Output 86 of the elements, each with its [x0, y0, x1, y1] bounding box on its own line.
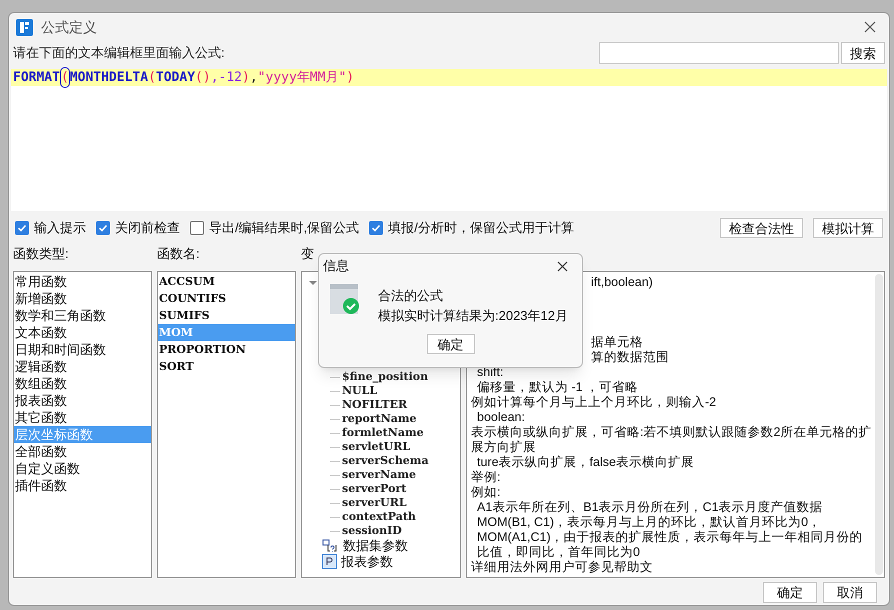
function-item[interactable]: SUMIFS: [158, 307, 295, 324]
category-item[interactable]: 常用函数: [14, 273, 151, 290]
description-line: 例如:: [471, 485, 502, 500]
formula-token: MONTHDELTA: [70, 68, 148, 87]
parameter-icon: [322, 554, 337, 569]
variable-item[interactable]: NULL: [342, 382, 378, 400]
description-line: 详细用法外网用户可参见帮助文: [471, 560, 654, 575]
description-line: 举例:: [471, 470, 502, 485]
popup-message: 模拟实时计算结果为:2023年12月: [378, 307, 568, 325]
button[interactable]: 确定: [426, 334, 474, 354]
category-item[interactable]: 逻辑函数: [14, 358, 151, 375]
formula-token: ,-12: [210, 68, 242, 87]
category-item[interactable]: 新增函数: [14, 290, 151, 307]
success-icon: [330, 284, 360, 316]
variable-item[interactable]: NOFILTER: [342, 396, 408, 414]
variable-item[interactable]: serverSchema: [342, 452, 429, 470]
description-line: 偏移量，默认为 -1 ，可省略: [476, 380, 640, 395]
variable-item[interactable]: reportName: [342, 410, 417, 428]
prompt-label: 请在下面的文本编辑框里面输入公式:: [13, 44, 226, 62]
button[interactable]: 检查合法性: [720, 218, 803, 238]
formula-editor[interactable]: FORMAT(MONTHDELTA(TODAY(),-12),"yyyy年MM月"): [11, 69, 887, 211]
category-item[interactable]: 报表函数: [14, 392, 151, 409]
description-line: MOM(A1,C1)，由于报表的扩展性质，表示每年与上一年相同月份的比值，即同比，首年同比为0: [476, 530, 864, 560]
category-item[interactable]: 文本函数: [14, 324, 151, 341]
popup-title: 信息: [323, 257, 350, 276]
formula-token: TODAY: [156, 68, 196, 87]
check-icon: [98, 223, 108, 233]
checkbox[interactable]: [190, 221, 204, 235]
check-icon: [17, 223, 27, 233]
variable-item[interactable]: servletURL: [342, 438, 410, 456]
description-line: A1表示年所在列、B1表示月份所在列，C1表示月度产值数据: [476, 500, 824, 515]
checkbox[interactable]: [15, 221, 29, 235]
variable-item[interactable]: formletName: [342, 424, 424, 442]
category-item[interactable]: 数组函数: [14, 375, 151, 392]
close-icon[interactable]: [557, 260, 568, 272]
category-item[interactable]: 自定义函数: [14, 460, 151, 477]
panel-label: 函数名:: [157, 245, 201, 264]
button[interactable]: 模拟计算: [813, 218, 883, 238]
checkbox[interactable]: [96, 221, 110, 235]
description-line: MOM(B1, C1)，表示每月与上月的环比，默认首月环比为0，: [476, 515, 822, 530]
category-item[interactable]: 数学和三角函数: [14, 307, 151, 324]
function-item[interactable]: SORT: [158, 358, 295, 375]
variable-item[interactable]: $fine_position: [342, 368, 428, 386]
formula-token: FORMAT: [13, 68, 60, 87]
function-item[interactable]: COUNTIFS: [158, 290, 295, 307]
variable-item[interactable]: serverPort: [342, 480, 406, 498]
formula-token: ): [242, 68, 250, 87]
caret-icon[interactable]: [308, 278, 318, 288]
variable-item[interactable]: serverURL: [342, 494, 407, 512]
description-line: ift,boolean): [590, 275, 654, 290]
category-item[interactable]: 插件函数: [14, 477, 151, 494]
formula-token: ): [346, 68, 354, 87]
category-item[interactable]: 其它函数: [14, 409, 151, 426]
button[interactable]: 搜索: [841, 42, 885, 64]
category-item[interactable]: 日期和时间函数: [14, 341, 151, 358]
search-field[interactable]: [599, 42, 839, 64]
formula-token: (): [195, 68, 211, 87]
formula-token: (: [60, 66, 70, 88]
formula-token: ,: [250, 68, 258, 87]
scrollbar[interactable]: [875, 274, 883, 575]
option-label: 导出/编辑结果时,保留公式: [209, 219, 360, 238]
function-item[interactable]: PROPORTION: [158, 341, 295, 358]
window-title: 公式定义: [41, 18, 98, 36]
description-line: 例如计算每个月与上上个月环比，则输入-2: [471, 395, 718, 410]
description-line: 算的数据范围: [590, 350, 670, 365]
button[interactable]: 取消: [823, 582, 877, 603]
check-icon: [371, 223, 382, 233]
popup-message: 合法的公式: [378, 287, 444, 305]
function-item[interactable]: ACCSUM: [158, 273, 295, 290]
variable-item[interactable]: contextPath: [342, 508, 416, 526]
description-line: ture表示纵向扩展，false表示横向扩展: [476, 455, 695, 470]
checkbox[interactable]: [369, 221, 384, 235]
formula-token: "yyyy年MM月": [258, 68, 346, 87]
option-label: 输入提示: [34, 219, 86, 238]
description-line: boolean:: [476, 410, 526, 425]
option-label: 关闭前检查: [115, 219, 180, 238]
variable-item[interactable]: serverName: [342, 466, 416, 484]
panel-label: 函数类型:: [13, 245, 70, 264]
panel-label: 变: [301, 245, 314, 264]
button[interactable]: 确定: [763, 582, 817, 603]
description-line: 据单元格: [590, 335, 643, 350]
category-item[interactable]: 全部函数: [14, 443, 151, 460]
close-icon[interactable]: [864, 21, 876, 33]
formula-token: (: [148, 68, 156, 87]
app-logo-icon: [16, 18, 33, 36]
option-label: 填报/分析时，保留公式用于计算: [388, 219, 574, 238]
